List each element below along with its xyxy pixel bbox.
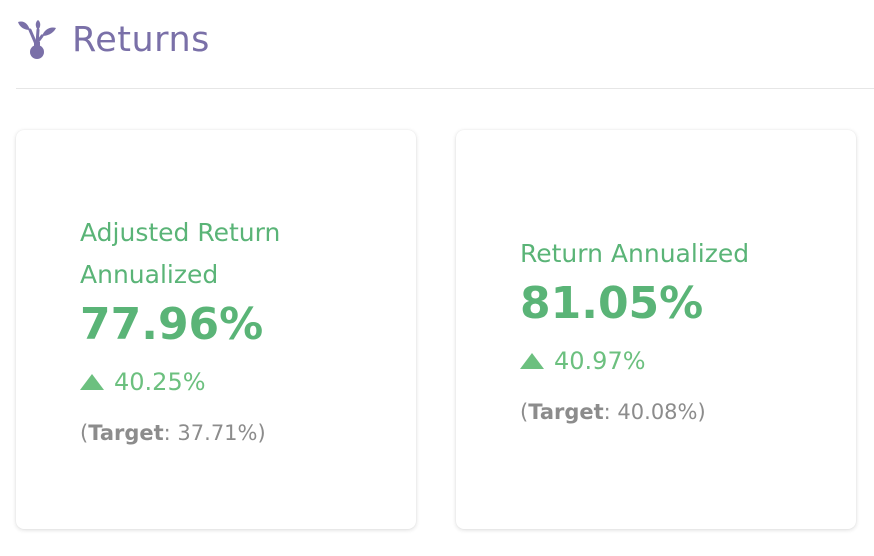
- metric-title-line1: Adjusted Return: [80, 217, 281, 247]
- header-divider: [16, 88, 874, 89]
- target-value: : 40.08%): [603, 399, 706, 424]
- target-open-paren: (: [520, 399, 529, 424]
- sprout-hand-icon: [18, 20, 56, 59]
- page-title: Returns: [72, 20, 210, 60]
- delta-value: 40.25%: [114, 367, 206, 396]
- metric-value: 81.05%: [520, 277, 704, 329]
- delta-row: 40.97%: [520, 343, 816, 379]
- page-header: Returns: [16, 18, 210, 62]
- triangle-up-icon: [520, 352, 544, 369]
- metric-card-adjusted-return: Adjusted Return Annualized 77.96% 40.25%…: [16, 130, 416, 529]
- target-value: : 37.71%): [163, 420, 266, 445]
- target-label: Target: [88, 420, 164, 445]
- delta-row: 40.25%: [80, 364, 376, 400]
- target-label: Target: [528, 399, 604, 424]
- metric-value: 77.96%: [80, 298, 264, 350]
- triangle-up-icon: [80, 373, 104, 390]
- target-open-paren: (: [80, 420, 89, 445]
- metric-card-return-annualized: Return Annualized 81.05% 40.97% (Target:…: [456, 130, 856, 529]
- metric-title-line2: Annualized: [80, 259, 219, 289]
- target-row: (Target: 37.71%): [80, 418, 376, 448]
- target-row: (Target: 40.08%): [520, 397, 816, 427]
- metric-title: Return Annualized: [520, 238, 750, 268]
- delta-value: 40.97%: [554, 346, 646, 375]
